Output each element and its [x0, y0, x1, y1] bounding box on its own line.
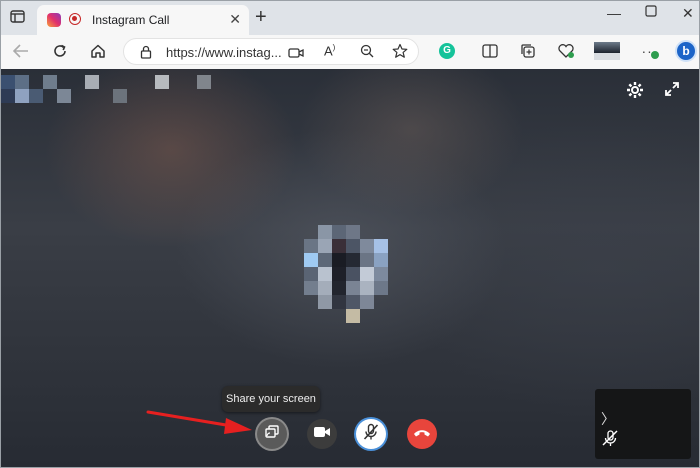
address-bar[interactable]: https://www.instag... A): [123, 38, 419, 65]
favorite-icon[interactable]: [392, 43, 408, 64]
self-view[interactable]: 〉: [595, 389, 691, 459]
refresh-icon[interactable]: [51, 42, 69, 60]
camera-icon: [313, 425, 331, 443]
tab-title: Instagram Call: [92, 13, 170, 27]
share-screen-icon: [264, 424, 280, 445]
read-aloud-icon[interactable]: A): [324, 43, 335, 58]
profile-thumbnail[interactable]: [594, 42, 620, 60]
self-view-chevron-icon[interactable]: 〉: [601, 409, 615, 429]
back-icon[interactable]: [12, 42, 30, 60]
browser-tab[interactable]: Instagram Call ✕: [37, 5, 249, 35]
end-call-icon: [413, 425, 431, 443]
video-icon[interactable]: [288, 46, 304, 64]
minimize-icon[interactable]: —: [607, 5, 621, 21]
recording-icon: [69, 13, 81, 25]
browser-toolbar: https://www.instag... A) G ··· b: [1, 35, 699, 70]
more-icon[interactable]: ···: [641, 42, 659, 60]
caller-avatar: [304, 225, 388, 323]
window-close-icon[interactable]: ✕: [682, 5, 694, 22]
url-text: https://www.instag...: [166, 45, 282, 60]
settings-icon[interactable]: [626, 81, 644, 104]
browser-window: Instagram Call ✕ + — ✕ https://www.insta…: [0, 0, 700, 468]
instagram-icon: [47, 13, 61, 27]
home-icon[interactable]: [89, 42, 107, 60]
tab-actions-icon[interactable]: [9, 9, 27, 25]
split-screen-icon[interactable]: [481, 42, 499, 60]
close-icon[interactable]: ✕: [229, 11, 241, 28]
maximize-icon[interactable]: [645, 4, 657, 20]
expand-icon[interactable]: [664, 81, 680, 102]
share-screen-button[interactable]: [257, 419, 287, 449]
self-mic-muted-icon: [601, 429, 619, 452]
end-call-button[interactable]: [407, 419, 437, 449]
browser-essentials-icon[interactable]: [557, 42, 575, 60]
blurred-caller-name: [1, 75, 241, 115]
video-call-area: 〉: [1, 69, 699, 467]
mute-button[interactable]: [356, 419, 386, 449]
zoom-icon[interactable]: [360, 44, 374, 63]
lock-icon[interactable]: [140, 45, 152, 64]
mic-muted-icon: [363, 423, 379, 446]
pointer-arrow: [146, 406, 258, 439]
tab-strip: Instagram Call ✕ + — ✕: [1, 1, 699, 35]
grammarly-icon[interactable]: G: [439, 43, 455, 59]
collections-icon[interactable]: [519, 42, 537, 60]
camera-button[interactable]: [307, 419, 337, 449]
bing-icon[interactable]: b: [675, 40, 697, 62]
new-tab-icon[interactable]: +: [255, 6, 267, 29]
